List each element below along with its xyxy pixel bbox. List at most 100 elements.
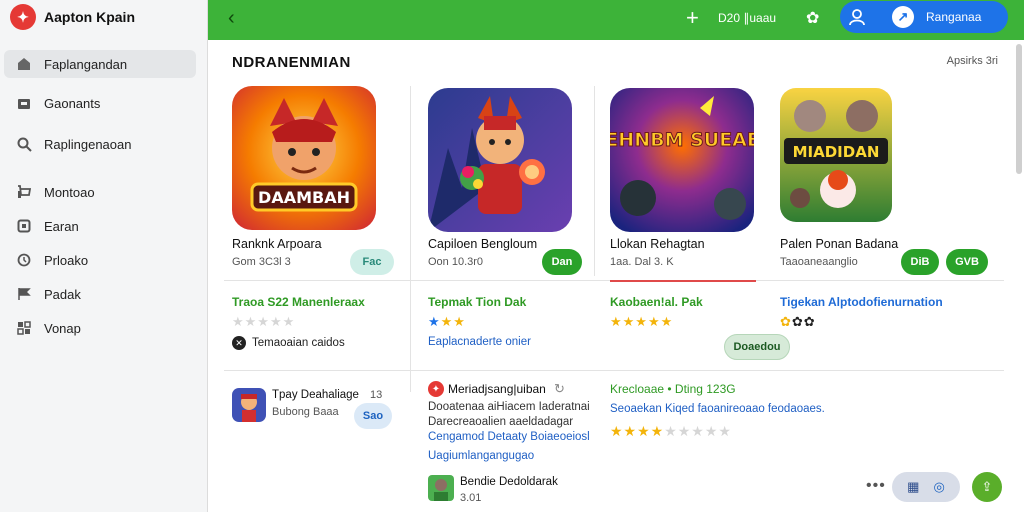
app-tile[interactable]: [428, 88, 572, 232]
description: Dooatenaa aiHiacem Iaderatnai Darecreaoa…: [428, 401, 590, 443]
plus-icon[interactable]: +: [686, 5, 699, 31]
install-button[interactable]: Sao: [354, 403, 392, 429]
main-panel: NDRANENMIAN Apsirks 3ri DAAMBAH Ranknk A…: [208, 40, 1024, 512]
promo-text[interactable]: Tepmak Tion Dak: [428, 295, 526, 309]
list-item-subtitle: Bubong Baaa: [272, 406, 339, 418]
app-subtitle: Gom 3C3l 3: [232, 256, 291, 268]
sidebar-item-cart[interactable]: Montoao: [4, 178, 196, 206]
grid-view-icon[interactable]: ▦: [907, 479, 919, 495]
gear-icon[interactable]: ✿: [806, 8, 824, 27]
bag-icon: [16, 218, 32, 234]
home-icon: [16, 56, 32, 72]
share-button[interactable]: ⇪: [972, 472, 1002, 502]
install-button[interactable]: Fac: [350, 249, 394, 275]
avatar[interactable]: [428, 475, 454, 501]
sidebar-item-grid[interactable]: Vonap: [4, 314, 196, 342]
sidebar-item-label: Raplingenaoan: [44, 136, 132, 152]
sidebar-item-label: Faplangandan: [44, 56, 128, 72]
author-meta: 3.01: [460, 492, 482, 504]
selected-indicator: [610, 280, 756, 282]
top-bar: ‹ + D20 ∥uaau ✿ ↗ Ranganaa: [208, 0, 1024, 40]
flag-icon: [16, 286, 32, 302]
app-logo-icon: ✦: [10, 4, 36, 30]
sidebar-item-label: Vonap: [44, 320, 81, 336]
sidebar-item-label: Prloako: [44, 252, 89, 268]
rating-stars: ★★★★★: [610, 314, 674, 329]
row-divider: [224, 370, 1004, 371]
chevron-left-icon[interactable]: ‹: [228, 7, 235, 30]
extra-row[interactable]: ✕ Temaoaian caidos: [232, 336, 345, 350]
column-divider: [594, 86, 595, 276]
brand: ✦ Aapton Kpain: [10, 4, 135, 30]
app-name[interactable]: Ranknk Arpoara: [232, 237, 322, 251]
review-text: Seoaekan Kiqed faoanireoaao feodaoaes.: [610, 403, 825, 415]
list-item-title[interactable]: Meriadjsang|uiban: [448, 382, 546, 396]
sidebar-item-label: Padak: [44, 286, 81, 302]
list-item-link[interactable]: Uagiumlangangugao: [428, 450, 534, 462]
search-icon: [16, 136, 32, 152]
top-stat: D20 ∥uaau: [718, 11, 777, 25]
app-subtitle: 1aa. Dal 3. K: [610, 256, 674, 268]
sidebar-item-search[interactable]: Raplingenaoan: [4, 130, 196, 158]
app-tile[interactable]: DAAMBAH: [232, 86, 376, 230]
install-button[interactable]: Dan: [542, 249, 582, 275]
rating-stars: ✿✿✿: [780, 314, 816, 329]
app-thumb[interactable]: [232, 388, 266, 422]
cart-icon: [16, 184, 32, 200]
install-button[interactable]: DiB: [901, 249, 939, 275]
list-item-title[interactable]: Tpay Deahaliage: [272, 389, 359, 401]
promo-text[interactable]: Traoa S22 Manenleraax: [232, 295, 365, 309]
extra-link[interactable]: Eaplacnaderte onier: [428, 336, 531, 348]
app-tile[interactable]: MIADIDAN: [780, 88, 892, 222]
extra-text: Temaoaian caidos: [252, 337, 345, 349]
close-circle-icon: ✕: [232, 336, 246, 350]
grid-icon: [16, 320, 32, 336]
install-button[interactable]: GVB: [946, 249, 988, 275]
page-meta: Apsirks 3ri: [946, 55, 998, 67]
rating-stars: ★★★★★: [232, 314, 296, 329]
sidebar-item-home[interactable]: Faplangandan: [4, 50, 196, 78]
app-subtitle: Taaoaneaanglio: [780, 256, 858, 268]
sidebar-item-store[interactable]: Gaonants: [4, 89, 196, 117]
sidebar-item-bag[interactable]: Earan: [4, 212, 196, 240]
rating-stars: ★★★★★★★★★: [610, 423, 732, 439]
app-window: ✦ Aapton Kpain Faplangandan Gaonants Rap…: [0, 0, 1024, 512]
sidebar-item-label: Earan: [44, 218, 79, 234]
page-title: NDRANENMIAN: [232, 54, 351, 71]
more-icon[interactable]: •••: [866, 477, 886, 495]
sidebar-item-clock[interactable]: Prloako: [4, 246, 196, 274]
app-name[interactable]: Llokan Rehagtan: [610, 237, 705, 251]
app-name[interactable]: Palen Ponan Badana: [780, 237, 898, 251]
tile-text: MIADIDAN: [793, 143, 880, 161]
column-divider: [410, 86, 411, 392]
account-pill[interactable]: ↗ Ranganaa: [840, 1, 1008, 33]
sidebar-item-flag[interactable]: Padak: [4, 280, 196, 308]
sidebar-item-label: Gaonants: [44, 95, 101, 111]
author-name[interactable]: Bendie Dedoldarak: [460, 476, 558, 488]
tile-text: DAAMBAH: [258, 188, 350, 207]
promo-text[interactable]: Kaobaen!al. Pak: [610, 295, 703, 309]
promo-text[interactable]: Tigekan Alptodofienurnation: [780, 295, 943, 309]
tile-text: NEHNBM SUEAEK: [610, 129, 754, 151]
update-badge-icon: ↗: [892, 6, 914, 28]
refresh-icon[interactable]: ↻: [554, 381, 565, 397]
action-button[interactable]: Doaedou: [724, 334, 790, 360]
share-icon: ⇪: [981, 479, 993, 494]
user-icon[interactable]: [848, 8, 866, 26]
sidebar: ✦ Aapton Kpain Faplangandan Gaonants Rap…: [0, 0, 208, 512]
search-icon[interactable]: ◎: [933, 479, 944, 495]
account-label: Ranganaa: [926, 10, 982, 24]
list-item-num: 13: [370, 389, 383, 401]
sidebar-item-label: Montoao: [44, 184, 95, 200]
app-title: Aapton Kpain: [44, 9, 135, 25]
app-tile[interactable]: NEHNBM SUEAEK: [610, 88, 754, 232]
store-icon: [16, 95, 32, 111]
scrollbar[interactable]: [1016, 44, 1022, 174]
app-logo-icon: ✦: [428, 381, 444, 397]
app-subtitle: Oon 10.3r0: [428, 256, 484, 268]
app-name[interactable]: Capiloen Bengloum: [428, 237, 537, 251]
review-title: Krecloaae • Dting 123G: [610, 382, 736, 396]
clock-icon: [16, 252, 32, 268]
view-toggle[interactable]: ▦ ◎: [892, 472, 960, 502]
rating-stars: ★★★: [428, 314, 466, 329]
